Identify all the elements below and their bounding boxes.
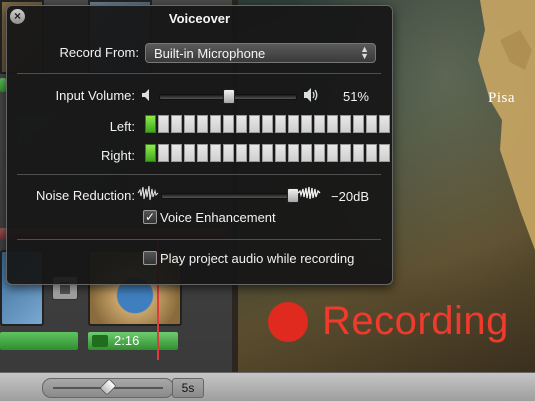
meter-segment [184, 115, 195, 133]
meter-segment [210, 115, 221, 133]
slider-knob[interactable] [99, 378, 117, 396]
input-volume-value: 51% [342, 89, 369, 104]
record-from-label: Record From: [59, 45, 139, 60]
meter-segment [223, 144, 234, 162]
meter-segment [236, 115, 247, 133]
input-volume-knob[interactable] [223, 89, 236, 104]
meter-segment [158, 115, 169, 133]
meter-segment [340, 115, 351, 133]
play-project-audio-label: Play project audio while recording [160, 251, 355, 266]
meter-segment [314, 144, 325, 162]
updown-chevron-icon: ▲ ▼ [360, 44, 369, 61]
zoom-value-label: 5s [172, 378, 204, 398]
meter-segment [288, 115, 299, 133]
meter-segment [249, 144, 260, 162]
meter-segment [158, 144, 169, 162]
left-level-meter [145, 115, 390, 133]
meter-segment [171, 115, 182, 133]
noise-reduction-label: Noise Reduction: [36, 188, 135, 203]
noise-reduction-value: −20dB [331, 189, 369, 204]
clip-duration-badge[interactable]: 2:16 [88, 332, 178, 350]
meter-segment [262, 115, 273, 133]
meter-segment [262, 144, 273, 162]
meter-segment [366, 144, 377, 162]
meter-segment [327, 115, 338, 133]
left-channel-label: Left: [109, 119, 135, 134]
meter-segment [314, 115, 325, 133]
meter-segment [145, 144, 156, 162]
meter-segment [171, 144, 182, 162]
play-project-audio-checkbox[interactable] [143, 251, 157, 265]
divider [17, 239, 381, 240]
meter-segment [184, 144, 195, 162]
input-volume-label: Input Volume: [55, 88, 136, 103]
timeline-zoom-slider[interactable] [42, 378, 174, 398]
panel-title: Voiceover [168, 11, 231, 26]
meter-segment [327, 144, 338, 162]
meter-segment [301, 144, 312, 162]
voiceover-panel: × Voiceover Record From: Built-in Microp… [6, 5, 393, 285]
meter-segment [353, 115, 364, 133]
meter-segment [275, 115, 286, 133]
meter-segment [249, 115, 260, 133]
recording-indicator-icon [268, 302, 308, 342]
meter-segment [210, 144, 221, 162]
meter-segment [379, 144, 390, 162]
right-level-meter [145, 144, 390, 162]
meter-segment [197, 144, 208, 162]
divider [17, 174, 381, 175]
meter-segment [353, 144, 364, 162]
divider [17, 73, 381, 74]
meter-segment [197, 115, 208, 133]
map-city-label: Pisa [488, 90, 516, 106]
recording-label: Recording [322, 299, 509, 343]
checkmark-icon: ✓ [144, 210, 156, 224]
right-channel-label: Right: [101, 148, 135, 163]
voice-enhancement-checkbox[interactable]: ✓ [143, 210, 157, 224]
speaker-low-icon [142, 89, 149, 101]
record-source-select[interactable]: Built-in Microphone ▲ ▼ [145, 43, 376, 63]
meter-segment [301, 115, 312, 133]
meter-segment [379, 115, 390, 133]
meter-segment [288, 144, 299, 162]
meter-segment [223, 115, 234, 133]
audio-bar [0, 332, 78, 350]
meter-segment [275, 144, 286, 162]
meter-segment [236, 144, 247, 162]
clip-tag-icon [92, 335, 108, 347]
waveform-large-icon [297, 186, 321, 200]
meter-segment [366, 115, 377, 133]
meter-segment [145, 115, 156, 133]
voice-enhancement-label: Voice Enhancement [160, 210, 276, 225]
record-source-value: Built-in Microphone [154, 46, 266, 61]
meter-segment [340, 144, 351, 162]
noise-reduction-track[interactable] [161, 193, 297, 199]
speaker-high-icon [304, 88, 318, 102]
waveform-small-icon [137, 185, 159, 201]
